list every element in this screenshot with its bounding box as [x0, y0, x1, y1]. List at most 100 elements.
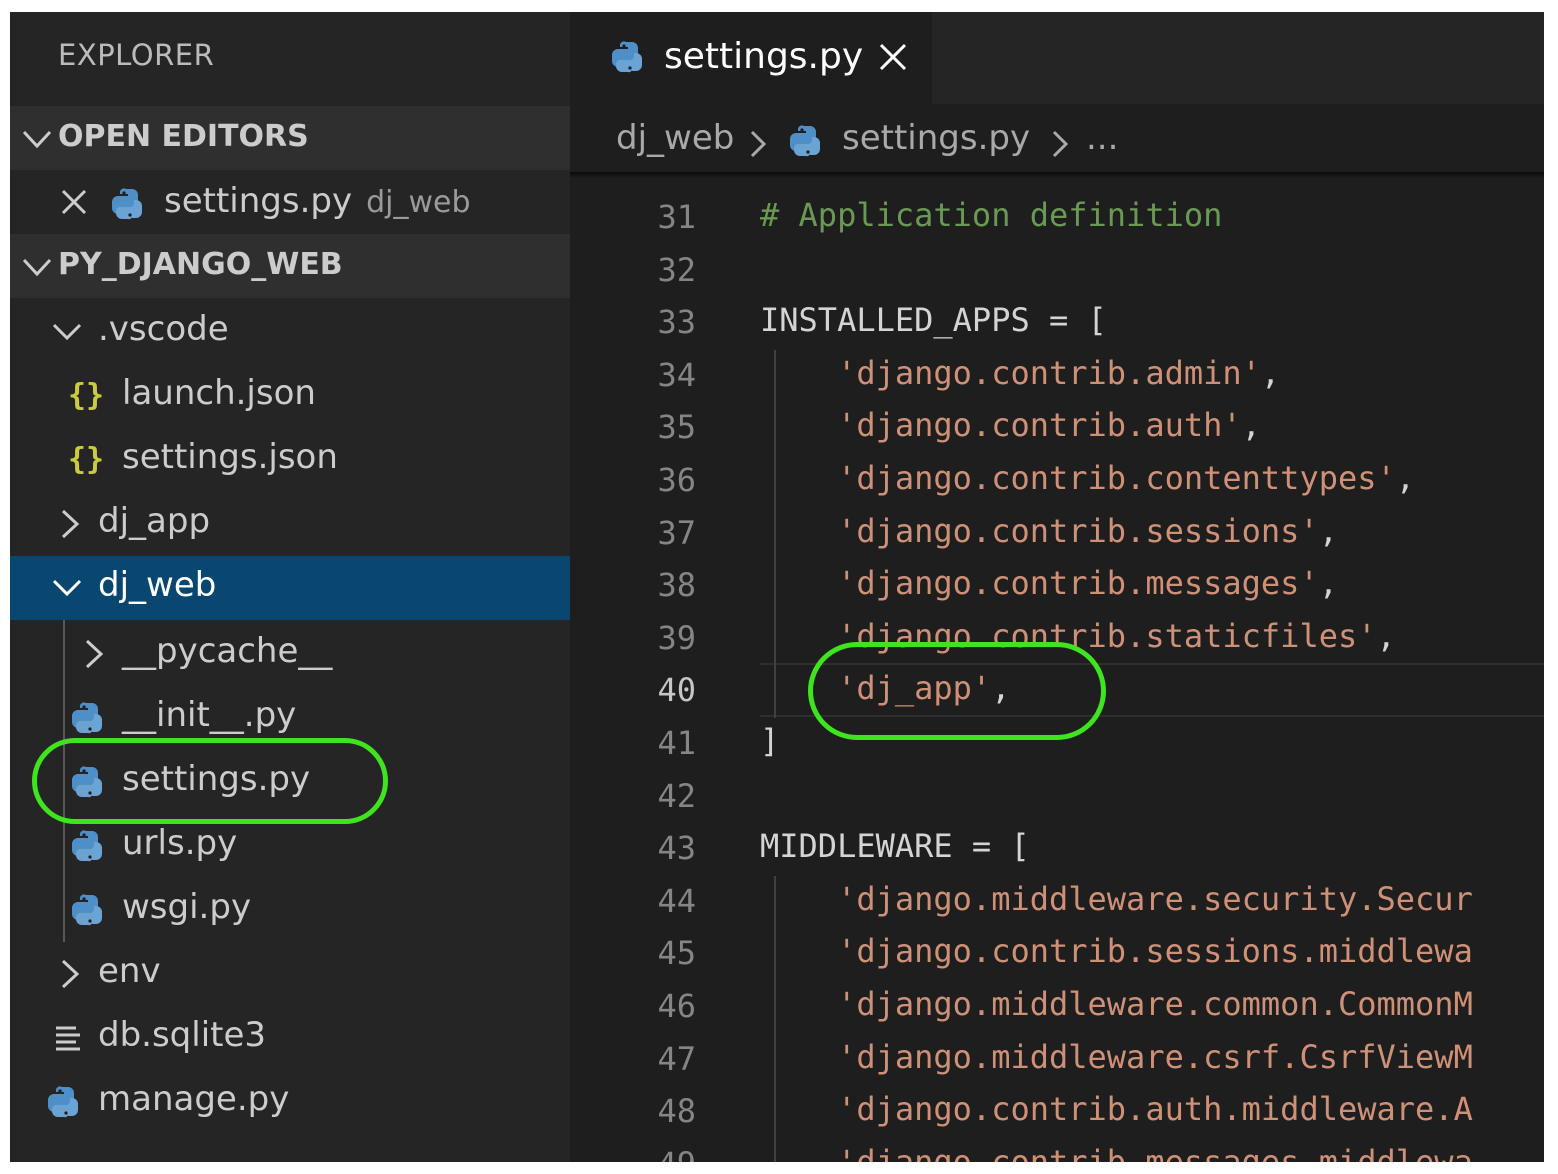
code-line[interactable]: 'django.contrib.staticfiles', [760, 617, 1396, 655]
open-editor-filename: settings.py [164, 181, 353, 221]
line-number: 34 [657, 355, 696, 394]
chevron-right-icon [748, 130, 768, 158]
indent-guide [774, 875, 776, 1162]
open-editor-item[interactable]: settings.py dj_web [10, 172, 570, 236]
tab-settings-py[interactable]: settings.py [570, 12, 932, 104]
tree-label: launch.json [122, 373, 316, 413]
line-number: 33 [657, 303, 696, 342]
tree-item-wsgi-py[interactable]: wsgi.py [10, 878, 570, 942]
breadcrumb-more[interactable]: ... [1086, 118, 1118, 158]
indent-guide [774, 349, 776, 718]
line-number: 40 [657, 671, 696, 710]
line-number: 38 [657, 566, 696, 605]
line-number: 31 [657, 198, 696, 236]
code-line[interactable]: 'django.contrib.messages', [760, 564, 1338, 602]
tree-label: manage.py [98, 1079, 290, 1119]
line-number: 36 [657, 461, 696, 499]
python-file-icon [610, 40, 644, 74]
tree-item-vscode[interactable]: .vscode [10, 300, 570, 364]
breadcrumb: dj_web settings.py ... [570, 104, 1544, 176]
tree-label: __pycache__ [122, 631, 333, 671]
explorer-sidebar: EXPLORER OPEN EDITORS settings.py dj_web … [10, 12, 570, 1162]
open-editors-header[interactable]: OPEN EDITORS [10, 106, 570, 170]
chevron-right-icon [56, 508, 84, 540]
tab-bar: settings.py [570, 12, 1544, 104]
line-number: 46 [657, 987, 696, 1025]
python-file-icon [70, 893, 104, 927]
tree-label: settings.py [122, 759, 311, 799]
line-number: 42 [657, 776, 696, 815]
tree-item-init-py[interactable]: __init__.py [10, 686, 570, 750]
code-line[interactable]: 'dj_app', [760, 669, 1010, 707]
code-line[interactable]: 'django.contrib.sessions', [760, 512, 1338, 550]
python-file-icon [70, 701, 104, 735]
line-number: 37 [657, 513, 696, 552]
python-file-icon [46, 1085, 80, 1119]
line-number: 49 [578, 1145, 696, 1162]
line-number: 44 [657, 881, 696, 920]
python-file-icon [70, 829, 104, 863]
tree-label: settings.json [122, 437, 338, 477]
code-line[interactable]: 'django.contrib.admin', [760, 354, 1280, 392]
project-header[interactable]: PY_DJANGO_WEB [10, 234, 570, 298]
breadcrumb-folder[interactable]: dj_web [616, 118, 734, 158]
tree-label: env [98, 951, 161, 991]
code-line[interactable]: 'django.middleware.common.CommonM [760, 985, 1473, 1023]
line-number: 43 [657, 829, 696, 868]
code-line[interactable]: 'django.middleware.csrf.CsrfViewM [760, 1038, 1473, 1076]
tree-item-urls-py[interactable]: urls.py [10, 814, 570, 878]
close-icon[interactable] [878, 42, 908, 72]
breadcrumb-shadow [570, 172, 1544, 178]
code-line[interactable]: # Application definition [760, 196, 1222, 234]
code-line[interactable]: 'django.middleware.security.Secur [760, 880, 1473, 918]
json-file-icon: {} [68, 378, 105, 413]
project-label: PY_DJANGO_WEB [58, 247, 343, 282]
code-line[interactable]: 'django.contrib.contenttypes', [760, 459, 1415, 497]
chevron-right-icon [80, 638, 108, 670]
tree-label: dj_app [98, 501, 211, 541]
tree-item-dj-app[interactable]: dj_app [10, 492, 570, 556]
close-icon[interactable] [60, 188, 88, 216]
code-line[interactable]: INSTALLED_APPS = [ [760, 301, 1107, 339]
code-line[interactable]: 'django.contrib.messages.middlewa [760, 1143, 1473, 1162]
breadcrumb-file[interactable]: settings.py [842, 118, 1030, 158]
file-lines-icon [54, 1024, 82, 1052]
vscode-window: EXPLORER OPEN EDITORS settings.py dj_web … [10, 12, 1544, 1162]
open-editor-folder: dj_web [366, 185, 471, 220]
line-number: 47 [657, 1039, 696, 1078]
line-number: 48 [657, 1092, 696, 1131]
tree-label: dj_web [98, 565, 217, 605]
line-number: 41 [657, 724, 696, 762]
chevron-right-icon [1050, 130, 1070, 158]
tab-label: settings.py [664, 36, 864, 77]
code-line[interactable]: MIDDLEWARE = [ [760, 827, 1030, 865]
tree-item-manage-py[interactable]: manage.py [10, 1070, 570, 1134]
tree-item-settings-json[interactable]: {} settings.json [10, 428, 570, 492]
tree-item-db-sqlite3[interactable]: db.sqlite3 [10, 1006, 570, 1070]
python-file-icon [110, 187, 144, 221]
chevron-down-icon [50, 318, 84, 346]
code-line[interactable]: 'django.contrib.sessions.middlewa [760, 932, 1473, 970]
code-line[interactable]: 'django.contrib.auth.middleware.A [760, 1090, 1473, 1128]
tree-item-pycache[interactable]: __pycache__ [10, 622, 570, 686]
tree-label: __init__.py [122, 695, 297, 735]
tree-label: .vscode [98, 309, 229, 349]
chevron-down-icon [50, 574, 84, 602]
python-file-icon [788, 124, 822, 158]
tree-item-settings-py[interactable]: settings.py [10, 750, 570, 814]
tree-item-env[interactable]: env [10, 942, 570, 1006]
tree-item-dj-web[interactable]: dj_web [10, 556, 570, 620]
chevron-down-icon [20, 124, 54, 154]
explorer-title: EXPLORER [58, 38, 215, 72]
code-line[interactable]: 'django.contrib.auth', [760, 406, 1261, 444]
editor-pane: settings.py dj_web settings.py ... 31 # A… [570, 12, 1544, 1162]
open-editors-label: OPEN EDITORS [58, 119, 309, 154]
tree-item-launch-json[interactable]: {} launch.json [10, 364, 570, 428]
line-number: 39 [657, 618, 696, 657]
code-line[interactable]: ] [760, 722, 779, 760]
line-number: 45 [657, 934, 696, 973]
python-file-icon [70, 765, 104, 799]
line-number: 35 [657, 408, 696, 447]
line-number: 32 [657, 250, 696, 289]
tree-label: wsgi.py [122, 887, 252, 927]
